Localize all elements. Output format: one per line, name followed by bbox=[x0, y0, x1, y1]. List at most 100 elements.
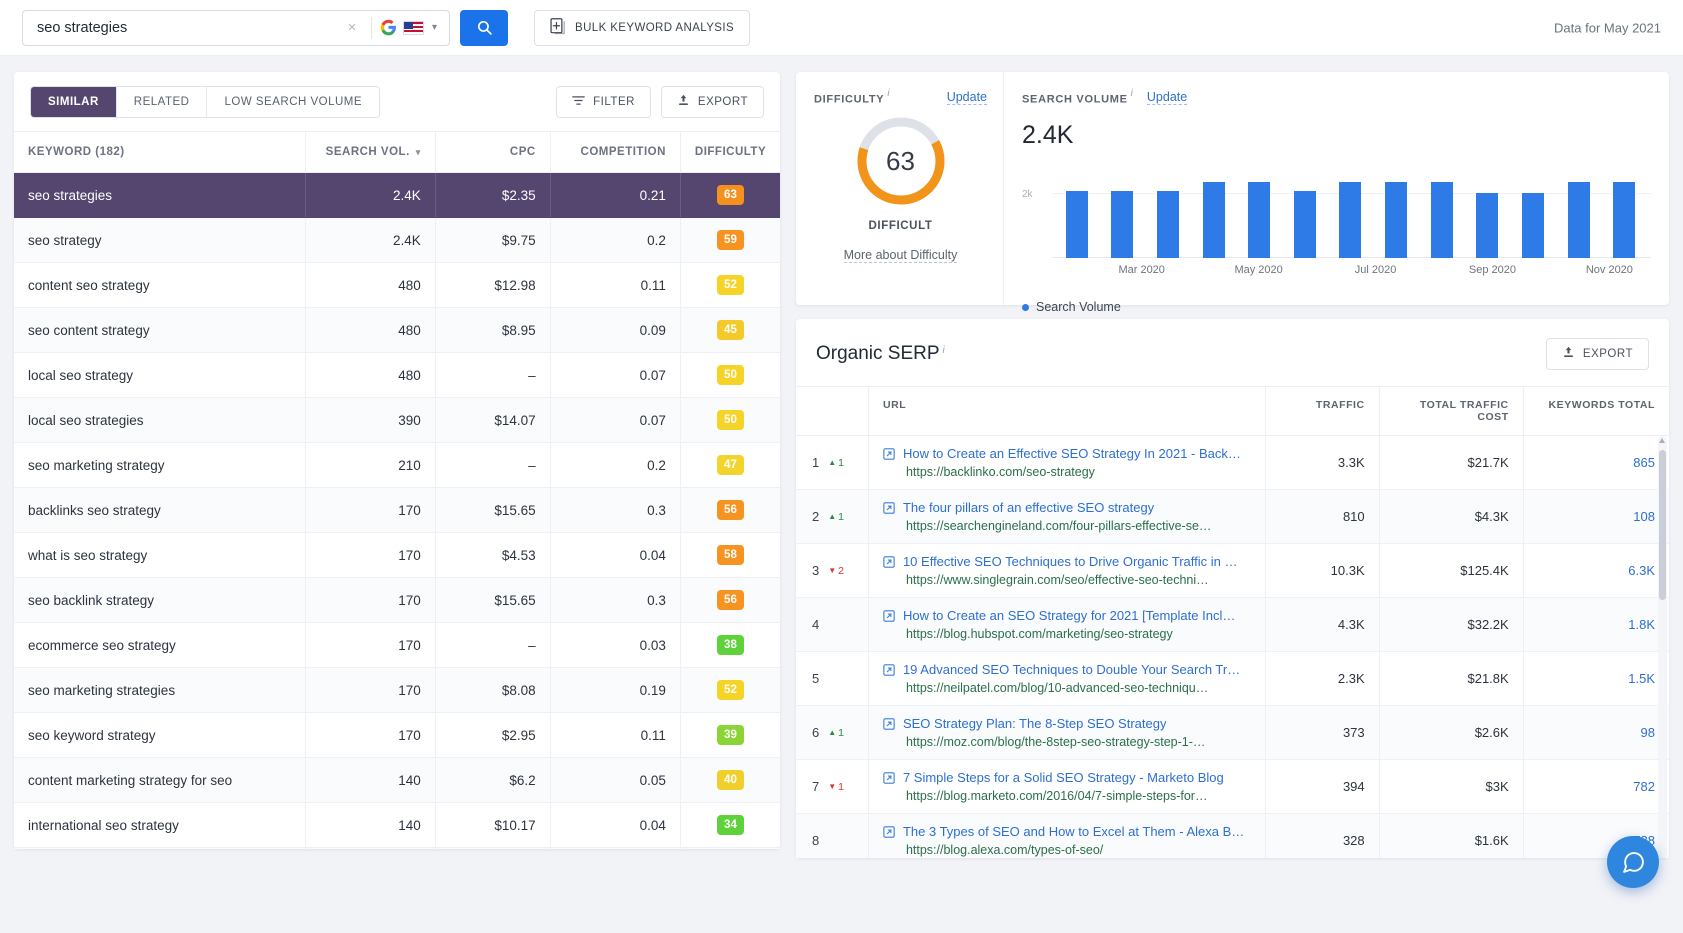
keyword-row[interactable]: seo marketing strategies 170 $8.08 0.19 52 bbox=[14, 667, 780, 713]
chart-bar-slot[interactable] bbox=[1556, 162, 1602, 259]
more-about-difficulty-link[interactable]: More about Difficulty bbox=[843, 248, 958, 264]
tab-similar[interactable]: SIMILAR bbox=[31, 87, 117, 117]
serp-scrollbar[interactable] bbox=[1658, 436, 1667, 858]
chart-bar-slot[interactable] bbox=[1419, 162, 1465, 259]
serp-result-url[interactable]: https://blog.hubspot.com/marketing/seo-s… bbox=[906, 627, 1251, 641]
keywords-total-link[interactable]: 782 bbox=[1633, 779, 1655, 794]
keyword-row[interactable]: content marketing strategy for seo 140 $6.… bbox=[14, 757, 780, 803]
serp-keywords-cell[interactable]: 6.3K bbox=[1522, 543, 1669, 598]
keyword-row[interactable]: content seo strategy 480 $12.98 0.11 52 bbox=[14, 262, 780, 308]
serp-result-title[interactable]: How to Create an SEO Strategy for 2021 [… bbox=[903, 608, 1235, 623]
keyword-row[interactable]: seo content marketing strategy140$10.770… bbox=[14, 847, 780, 849]
serp-result-url[interactable]: https://blog.marketo.com/2016/04/7-simpl… bbox=[906, 789, 1251, 803]
serp-result-title[interactable]: 10 Effective SEO Techniques to Drive Org… bbox=[903, 554, 1238, 569]
keywords-column-header[interactable]: COMPETITION bbox=[549, 131, 681, 173]
serp-row[interactable]: 3 ▼ 2 10 Effective SEO Techniques to Drive … bbox=[796, 543, 1669, 598]
tab-low-search-volume[interactable]: LOW SEARCH VOLUME bbox=[207, 87, 380, 117]
serp-row[interactable]: 2 ▲ 1 The four pillars of an effective SEO … bbox=[796, 489, 1669, 544]
difficulty-update-link[interactable]: Update bbox=[946, 90, 987, 106]
serp-row[interactable]: 5 19 Advanced SEO Techniques to Double Yo… bbox=[796, 651, 1669, 706]
keyword-row[interactable]: seo content strategy 480 $8.95 0.09 45 bbox=[14, 307, 780, 353]
serp-result-url[interactable]: https://blog.alexa.com/types-of-seo/ bbox=[906, 843, 1251, 857]
serp-row[interactable]: 8 The 3 Types of SEO and How to Excel at … bbox=[796, 813, 1669, 858]
serp-result-url[interactable]: https://moz.com/blog/the-8step-seo-strat… bbox=[906, 735, 1251, 749]
keyword-row[interactable]: seo keyword strategy 170 $2.95 0.11 39 bbox=[14, 712, 780, 758]
info-icon[interactable]: i bbox=[887, 88, 889, 99]
keywords-total-link[interactable]: 1.8K bbox=[1628, 617, 1655, 632]
keywords-total-link[interactable]: 98 bbox=[1641, 725, 1655, 740]
serp-row[interactable]: 1 ▲ 1 How to Create an Effective SEO Strate… bbox=[796, 436, 1669, 490]
search-volume-update-link[interactable]: Update bbox=[1146, 90, 1188, 106]
serp-result-title[interactable]: 19 Advanced SEO Techniques to Double You… bbox=[903, 662, 1240, 677]
serp-keywords-cell[interactable]: 865 bbox=[1522, 436, 1669, 490]
info-icon[interactable]: i bbox=[1131, 88, 1133, 99]
chart-bar-slot[interactable] bbox=[1601, 162, 1647, 259]
serp-column-header[interactable] bbox=[796, 386, 869, 436]
serp-keywords-cell[interactable]: 98 bbox=[1522, 705, 1669, 760]
serp-column-header[interactable]: TOTAL TRAFFIC COST bbox=[1378, 386, 1524, 436]
keywords-column-header[interactable]: DIFFICULTY bbox=[679, 131, 780, 173]
keyword-row[interactable]: ecommerce seo strategy 170–0.03 38 bbox=[14, 622, 780, 668]
keyword-row[interactable]: seo strategy 2.4K $9.75 0.2 59 bbox=[14, 217, 780, 263]
tab-related[interactable]: RELATED bbox=[116, 87, 208, 117]
filter-button[interactable]: FILTER bbox=[556, 86, 651, 118]
chart-bar-slot[interactable] bbox=[1282, 162, 1328, 259]
chart-bar-slot[interactable] bbox=[1054, 162, 1100, 259]
serp-column-header[interactable]: KEYWORDS TOTAL bbox=[1522, 386, 1669, 436]
search-button[interactable] bbox=[460, 9, 508, 46]
serp-column-header[interactable]: URL bbox=[867, 386, 1266, 436]
bulk-keyword-analysis-button[interactable]: BULK KEYWORD ANALYSIS bbox=[534, 9, 751, 46]
serp-result-url[interactable]: https://neilpatel.com/blog/10-advanced-s… bbox=[906, 681, 1251, 695]
keyword-row[interactable]: seo strategies 2.4K $2.35 0.21 63 bbox=[14, 172, 780, 218]
serp-row[interactable]: 6 ▲ 1 SEO Strategy Plan: The 8-Step SEO Str… bbox=[796, 705, 1669, 760]
info-icon[interactable]: i bbox=[943, 345, 945, 356]
keyword-row[interactable]: local seo strategies 390 $14.07 0.07 50 bbox=[14, 397, 780, 443]
chart-bar-slot[interactable] bbox=[1145, 162, 1191, 259]
chevron-down-icon[interactable]: ▾ bbox=[432, 22, 437, 33]
keyword-row[interactable]: local seo strategy 480–0.07 50 bbox=[14, 352, 780, 398]
serp-result-title[interactable]: The four pillars of an effective SEO str… bbox=[903, 500, 1154, 515]
keywords-total-link[interactable]: 108 bbox=[1633, 509, 1655, 524]
chart-bar-slot[interactable] bbox=[1510, 162, 1556, 259]
keywords-total-link[interactable]: 1.5K bbox=[1628, 671, 1655, 686]
keyword-row[interactable]: international seo strategy 140 $10.17 0.04 3… bbox=[14, 802, 780, 848]
keywords-total-link[interactable]: 865 bbox=[1633, 455, 1655, 470]
serp-keywords-cell[interactable]: 108 bbox=[1522, 489, 1669, 544]
keywords-column-header[interactable]: CPC bbox=[434, 131, 551, 173]
serp-row[interactable]: 4 How to Create an SEO Strategy for 2021 … bbox=[796, 597, 1669, 652]
search-box[interactable]: × ▾ bbox=[22, 9, 450, 46]
chart-bar-slot[interactable] bbox=[1100, 162, 1146, 259]
serp-result-title[interactable]: 7 Simple Steps for a Solid SEO Strategy … bbox=[903, 770, 1224, 785]
chart-bar-slot[interactable] bbox=[1328, 162, 1374, 259]
keywords-column-header[interactable]: SEARCH VOL. ▾ bbox=[304, 131, 436, 173]
serp-result-title[interactable]: The 3 Types of SEO and How to Excel at T… bbox=[903, 824, 1244, 839]
serp-result-url[interactable]: https://searchengineland.com/four-pillar… bbox=[906, 519, 1251, 533]
serp-table-scroll[interactable]: 1 ▲ 1 How to Create an Effective SEO Strate… bbox=[796, 436, 1669, 858]
keyword-row[interactable]: seo backlink strategy 170 $15.65 0.3 56 bbox=[14, 577, 780, 623]
serp-row[interactable]: 7 ▼ 1 7 Simple Steps for a Solid SEO Strate… bbox=[796, 759, 1669, 814]
export-button-keywords[interactable]: EXPORT bbox=[660, 86, 764, 118]
chart-bar-slot[interactable] bbox=[1191, 162, 1237, 259]
export-button-serp[interactable]: EXPORT bbox=[1545, 338, 1649, 370]
keywords-table-scroll[interactable]: KEYWORD (182) SEARCH VOL. ▾ CPC COMPETITION D… bbox=[14, 131, 780, 849]
serp-keywords-cell[interactable]: 782 bbox=[1522, 759, 1669, 814]
scrollbar-thumb[interactable] bbox=[1659, 450, 1666, 600]
serp-column-header[interactable]: TRAFFIC bbox=[1265, 386, 1380, 436]
keyword-row[interactable]: what is seo strategy 170 $4.53 0.04 58 bbox=[14, 532, 780, 578]
keyword-row[interactable]: seo marketing strategy 210–0.2 47 bbox=[14, 442, 780, 488]
serp-result-url[interactable]: https://backlinko.com/seo-strategy bbox=[906, 465, 1251, 479]
chart-bar-slot[interactable] bbox=[1464, 162, 1510, 259]
clear-icon[interactable]: × bbox=[341, 19, 363, 36]
serp-result-url[interactable]: https://www.singlegrain.com/seo/effectiv… bbox=[906, 573, 1251, 587]
serp-keywords-cell[interactable]: 1.5K bbox=[1522, 651, 1669, 706]
scroll-up-arrow-icon[interactable] bbox=[1659, 438, 1665, 443]
chat-support-button[interactable] bbox=[1607, 836, 1659, 888]
chart-bar-slot[interactable] bbox=[1373, 162, 1419, 259]
keyword-row[interactable]: backlinks seo strategy 170 $15.65 0.3 56 bbox=[14, 487, 780, 533]
chart-bar-slot[interactable] bbox=[1236, 162, 1282, 259]
serp-result-title[interactable]: SEO Strategy Plan: The 8-Step SEO Strate… bbox=[903, 716, 1167, 731]
serp-keywords-cell[interactable]: 1.8K bbox=[1522, 597, 1669, 652]
serp-result-title[interactable]: How to Create an Effective SEO Strategy … bbox=[903, 446, 1241, 461]
search-engine-selector[interactable]: ▾ bbox=[380, 19, 449, 36]
keywords-total-link[interactable]: 6.3K bbox=[1628, 563, 1655, 578]
